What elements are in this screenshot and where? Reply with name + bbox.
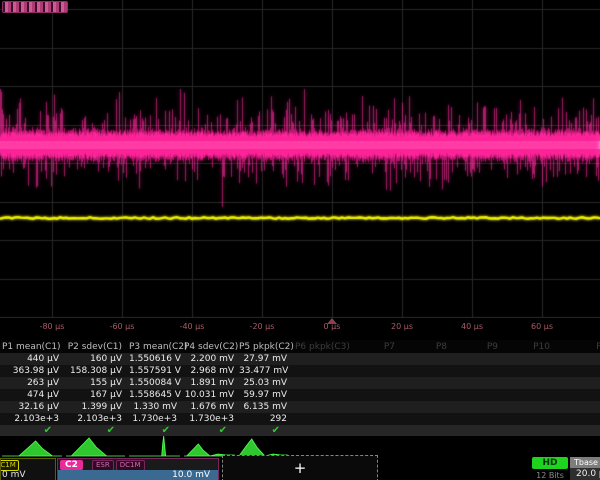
parameter-mean: 33.477 mV xyxy=(239,365,287,377)
parameter-header[interactable]: P5 pkpk(C2) xyxy=(239,341,287,353)
trace-annotation-badge xyxy=(2,1,68,13)
parameter-header[interactable]: P4 sdev(C2) xyxy=(184,341,234,353)
parameter-sdev: 1.399 µV xyxy=(66,401,122,413)
c2-label: C2 xyxy=(60,460,83,470)
timebase-label: Tbase xyxy=(570,457,600,468)
parameter-column[interactable]: P3 mean(C2)1.550616 V1.557591 V1.550084 … xyxy=(129,340,180,436)
oscilloscope-screen: -100 µs -80 µs -60 µs -40 µs -20 µs 0 µs 20 µs… xyxy=(0,0,600,480)
parameter-header[interactable]: P2 sdev(C1) xyxy=(66,341,122,353)
parameter-value: 1.550616 V xyxy=(129,353,177,365)
timebase-descriptor[interactable]: Tbase 20.0 µs xyxy=(570,457,600,480)
parameter-num: 1.730e+3 xyxy=(184,413,234,425)
time-axis-tick: 80 µs xyxy=(582,322,600,331)
time-axis: -100 µs -80 µs -60 µs -40 µs -20 µs 0 µs 20 µs… xyxy=(0,318,600,338)
parameter-column[interactable]: P2 sdev(C1)160 µV158.308 µV155 µV167 µV1… xyxy=(66,340,125,436)
parameter-sdev: 32.16 µV xyxy=(2,401,59,413)
parameter-max: 167 µV xyxy=(66,389,122,401)
waveform-grid[interactable] xyxy=(0,0,600,318)
parameter-value: 27.97 mV xyxy=(239,353,287,365)
add-channel-button[interactable]: + xyxy=(222,455,378,480)
parameter-max: 10.031 mV xyxy=(184,389,234,401)
parameter-value: 2.200 mV xyxy=(184,353,234,365)
time-axis-tick: -20 µs xyxy=(232,322,292,331)
hd-bits-label: 12 Bits xyxy=(532,471,568,480)
parameter-max: 474 µV xyxy=(2,389,59,401)
parameter-min: 1.891 mV xyxy=(184,377,234,389)
parameter-column[interactable]: P4 sdev(C2)2.200 mV2.968 mV1.891 mV10.03… xyxy=(184,340,237,436)
parameter-mean: 158.308 µV xyxy=(66,365,122,377)
c1-scale-value: 0 mV xyxy=(2,470,26,480)
c2-scale-value: 10.0 mV xyxy=(172,470,210,480)
c2-scale-row: 10.0 mV xyxy=(58,470,218,480)
hd-mode-badge[interactable]: HD xyxy=(532,457,568,469)
parameter-max: 59.97 mV xyxy=(239,389,287,401)
parameter-min: 1.550084 V xyxy=(129,377,177,389)
parameter-min: 263 µV xyxy=(2,377,59,389)
timebase-value: 20.0 µs xyxy=(576,469,600,479)
parameter-header[interactable]: P3 mean(C2) xyxy=(129,341,177,353)
parameter-column[interactable]: P5 pkpk(C2)27.97 mV33.477 mV25.03 mV59.9… xyxy=(239,340,290,436)
measurement-table[interactable]: P1 mean(C1)440 µV363.98 µV263 µV474 µV32… xyxy=(0,340,600,436)
parameter-mean: 2.968 mV xyxy=(184,365,234,377)
bottom-bar: DC1M 0 mV C2 ESRDC1M 10.0 mV + HD 12 Bit… xyxy=(0,458,600,480)
parameter-sdev: 1.676 mV xyxy=(184,401,234,413)
parameter-value: 440 µV xyxy=(2,353,59,365)
parameter-histicon xyxy=(129,436,180,458)
time-axis-tick: 20 µs xyxy=(372,322,432,331)
parameter-sdev: 6.135 mV xyxy=(239,401,287,413)
time-axis-tick: 0 µs xyxy=(302,322,362,331)
parameter-num: 2.103e+3 xyxy=(66,413,122,425)
parameter-num: 292 xyxy=(239,413,287,425)
parameter-num: 2.103e+3 xyxy=(2,413,59,425)
parameter-min: 25.03 mV xyxy=(239,377,287,389)
time-axis-tick: -100 µs xyxy=(0,322,12,331)
parameter-header-inactive[interactable]: P10 xyxy=(508,341,550,353)
parameter-mean: 363.98 µV xyxy=(2,365,59,377)
time-axis-tick: 40 µs xyxy=(442,322,502,331)
parameter-histicon xyxy=(66,436,125,458)
time-axis-tick: -60 µs xyxy=(92,322,152,331)
parameter-header-inactive[interactable]: P11 xyxy=(583,341,600,353)
parameter-mean: 1.557591 V xyxy=(129,365,177,377)
parameter-sdev: 1.330 mV xyxy=(129,401,177,413)
parameter-histicon xyxy=(2,436,62,458)
time-axis-tick: 60 µs xyxy=(512,322,572,331)
time-axis-tick: -80 µs xyxy=(22,322,82,331)
parameter-max: 1.558645 V xyxy=(129,389,177,401)
parameter-header-inactive[interactable]: P6 pkpk(C3) xyxy=(295,341,347,353)
parameter-min: 155 µV xyxy=(66,377,122,389)
parameter-num: 1.730e+3 xyxy=(129,413,177,425)
parameter-header-inactive[interactable]: P9 xyxy=(458,341,498,353)
parameter-value: 160 µV xyxy=(66,353,122,365)
time-axis-tick: -40 µs xyxy=(162,322,222,331)
channel-c1-descriptor[interactable]: DC1M 0 mV xyxy=(0,458,56,480)
parameter-header-inactive[interactable]: P8 xyxy=(407,341,447,353)
parameter-column[interactable]: P1 mean(C1)440 µV363.98 µV263 µV474 µV32… xyxy=(2,340,62,436)
parameter-header[interactable]: P1 mean(C1) xyxy=(2,341,59,353)
channel-c2-descriptor[interactable]: C2 ESRDC1M 10.0 mV xyxy=(57,458,219,480)
parameter-header-inactive[interactable]: P7 xyxy=(355,341,395,353)
